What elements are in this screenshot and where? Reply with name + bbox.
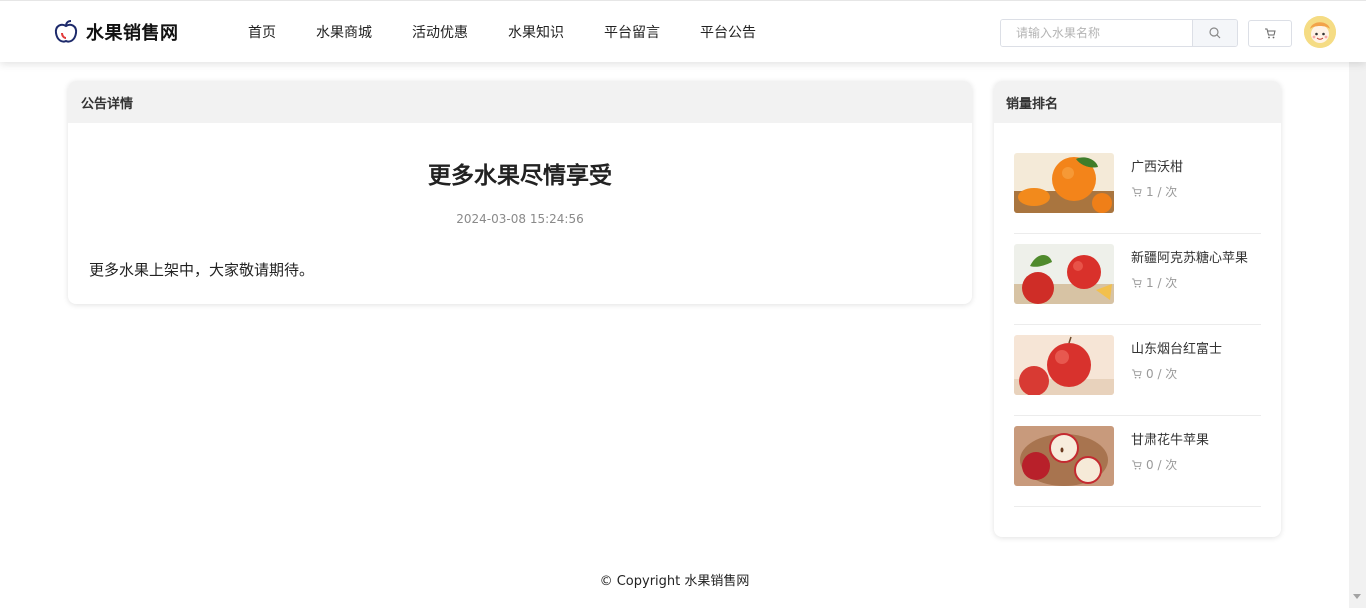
cart-icon: [1265, 28, 1276, 39]
sales-count: 1 / 次: [1131, 183, 1177, 200]
product-name[interactable]: 新疆阿克苏糖心苹果: [1131, 247, 1248, 266]
nav-fruit-mall[interactable]: 水果商城: [316, 22, 372, 42]
avatar-character-icon: [1304, 16, 1336, 48]
nav-messages[interactable]: 平台留言: [604, 22, 660, 42]
sales-count-value: 0 / 次: [1146, 458, 1178, 472]
cart-icon: [1131, 459, 1142, 469]
sales-count-value: 0 / 次: [1146, 367, 1178, 381]
cart-icon: [1131, 368, 1142, 378]
product-name[interactable]: 甘肃花牛苹果: [1131, 429, 1209, 448]
notice-content: 更多水果上架中，大家敬请期待。: [89, 261, 315, 279]
product-image-mandarin[interactable]: [1014, 153, 1114, 213]
top-header: 水果销售网 首页 水果商城 活动优惠 水果知识 平台留言 平台公告: [0, 0, 1366, 62]
product-image-huaniu-apple[interactable]: [1014, 426, 1114, 486]
nav-promotions[interactable]: 活动优惠: [412, 22, 468, 42]
product-name[interactable]: 广西沃柑: [1131, 156, 1183, 175]
red-apple-image: [1014, 335, 1114, 395]
apple-logo-icon: [54, 20, 78, 43]
site-logo[interactable]: 水果销售网: [53, 18, 179, 46]
red-apple-image: [1014, 244, 1114, 304]
user-avatar[interactable]: [1304, 16, 1336, 48]
cart-icon: [1131, 277, 1142, 287]
search-bar: [1000, 19, 1238, 47]
search-input[interactable]: [1001, 20, 1192, 46]
mandarin-orange-image: [1014, 153, 1114, 213]
nav-home[interactable]: 首页: [248, 22, 276, 42]
product-name[interactable]: 山东烟台红富士: [1131, 338, 1222, 357]
notice-title: 更多水果尽情享受: [428, 163, 612, 189]
scrollbar-thumb[interactable]: [1351, 62, 1364, 582]
cart-icon: [1131, 186, 1142, 196]
sales-count: 0 / 次: [1131, 365, 1177, 382]
search-icon: [1209, 27, 1221, 39]
product-image-aksu-apple[interactable]: [1014, 244, 1114, 304]
sales-ranking-card: 销量排名 广西沃柑 1 / 次 新疆阿克苏糖心苹果 1 / 次 山东烟台红富士 …: [994, 81, 1281, 537]
sales-count: 0 / 次: [1131, 456, 1177, 473]
nav-fruit-knowledge[interactable]: 水果知识: [508, 22, 564, 42]
notice-panel-title: 公告详情: [68, 81, 972, 123]
ranking-item[interactable]: 广西沃柑 1 / 次: [1014, 143, 1261, 234]
cart-button[interactable]: [1248, 20, 1292, 47]
notice-date: 2024-03-08 15:24:56: [456, 212, 584, 226]
ranking-panel-title: 销量排名: [994, 81, 1281, 123]
notice-detail-card: 公告详情 更多水果尽情享受 2024-03-08 15:24:56 更多水果上架…: [68, 81, 972, 304]
page-scrollbar[interactable]: [1349, 62, 1366, 608]
product-image-fuji-apple[interactable]: [1014, 335, 1114, 395]
sales-count: 1 / 次: [1131, 274, 1177, 291]
cut-apple-image: [1014, 426, 1114, 486]
nav-announcements[interactable]: 平台公告: [700, 22, 756, 42]
footer-copyright: © Copyright 水果销售网: [599, 574, 750, 589]
ranking-item[interactable]: 新疆阿克苏糖心苹果 1 / 次: [1014, 234, 1261, 325]
ranking-item[interactable]: 甘肃花牛苹果 0 / 次: [1014, 416, 1261, 507]
main-nav: 首页 水果商城 活动优惠 水果知识 平台留言 平台公告: [248, 1, 756, 63]
scroll-down-arrow-icon[interactable]: [1353, 594, 1361, 599]
sales-count-value: 1 / 次: [1146, 185, 1178, 199]
site-name: 水果销售网: [86, 23, 179, 44]
sales-count-value: 1 / 次: [1146, 276, 1178, 290]
search-button[interactable]: [1192, 20, 1237, 46]
ranking-item[interactable]: 山东烟台红富士 0 / 次: [1014, 325, 1261, 416]
